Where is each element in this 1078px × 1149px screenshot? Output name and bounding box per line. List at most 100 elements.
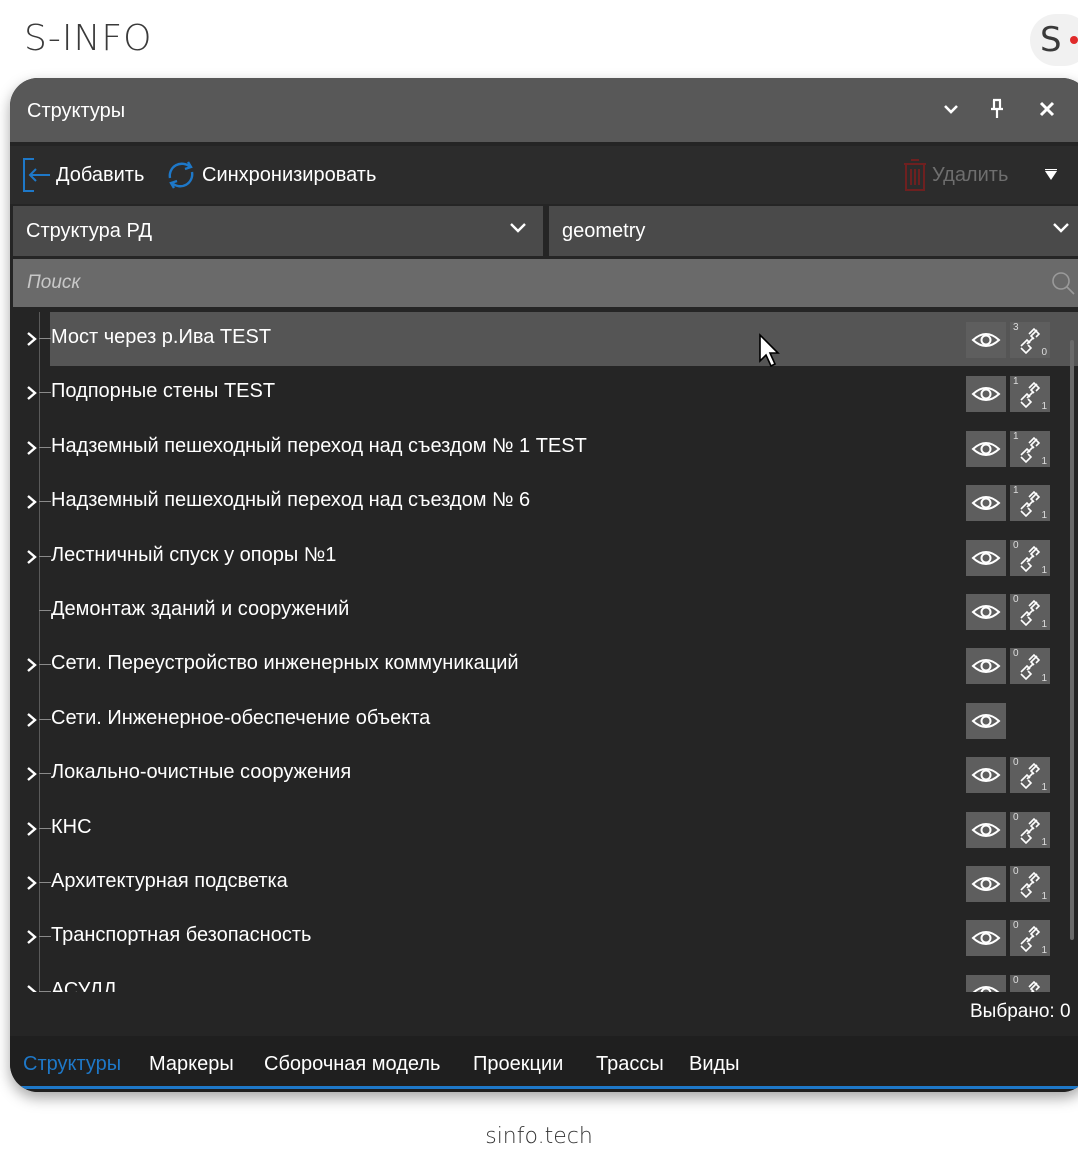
tree-connector bbox=[39, 392, 51, 393]
tree-row-label: Локально-очистные сооружения bbox=[51, 761, 352, 783]
link-icon[interactable]: 01 bbox=[1010, 648, 1050, 684]
link-icon[interactable]: 11 bbox=[1010, 485, 1050, 521]
tree-connector bbox=[39, 556, 51, 557]
delete-button-label: Удалить bbox=[932, 163, 1009, 186]
eye-icon[interactable] bbox=[966, 376, 1006, 412]
expand-arrow-icon[interactable] bbox=[23, 547, 43, 567]
tab-item[interactable]: Маркеры bbox=[149, 1053, 234, 1076]
eye-icon[interactable] bbox=[966, 431, 1006, 467]
link-count-bottom: 1 bbox=[1041, 782, 1047, 793]
tree-row[interactable]: Сети. Переустройство инженерных коммуник… bbox=[10, 638, 1078, 692]
eye-icon[interactable] bbox=[966, 920, 1006, 956]
tree-connector bbox=[39, 447, 51, 448]
link-count-bottom: 1 bbox=[1041, 837, 1047, 848]
expand-arrow-icon[interactable] bbox=[23, 383, 43, 403]
link-count-bottom: 1 bbox=[1041, 945, 1047, 956]
search-input[interactable]: Поиск bbox=[13, 259, 1078, 307]
tab-item[interactable]: Трассы bbox=[596, 1053, 664, 1076]
link-icon[interactable]: 11 bbox=[1010, 431, 1050, 467]
tree-row[interactable]: Демонтаж зданий и сооружений 0 1 bbox=[10, 584, 1078, 638]
expand-arrow-icon[interactable] bbox=[23, 655, 43, 675]
tree-row[interactable]: Подпорные стены TEST 1 1 bbox=[10, 366, 1078, 420]
tree-row-label: Транспортная безопасность bbox=[51, 924, 312, 946]
tab-item[interactable]: Сборочная модель bbox=[264, 1053, 440, 1076]
tree-connector bbox=[39, 828, 51, 829]
tree-row-label: Лестничный спуск у опоры №1 bbox=[51, 544, 337, 566]
tree-row[interactable]: АСУДД 0 bbox=[10, 965, 1078, 992]
eye-icon[interactable] bbox=[966, 594, 1006, 630]
tab-item[interactable]: Виды bbox=[689, 1053, 740, 1076]
tree-connector bbox=[39, 719, 51, 720]
link-icon[interactable]: 01 bbox=[1010, 812, 1050, 848]
link-icon[interactable]: 11 bbox=[1010, 376, 1050, 412]
tree-connector bbox=[39, 501, 51, 502]
brand-title: S-INFO bbox=[24, 18, 153, 59]
expand-arrow-icon[interactable] bbox=[23, 927, 43, 947]
link-icon[interactable]: 30 bbox=[1010, 322, 1050, 358]
panel-toolbar: Добавить Синхронизировать Удалить bbox=[10, 146, 1078, 204]
eye-icon[interactable] bbox=[966, 648, 1006, 684]
search-icon[interactable] bbox=[1050, 270, 1076, 296]
layer-select[interactable]: geometry bbox=[549, 206, 1078, 256]
tree-scrollbar[interactable] bbox=[1070, 340, 1074, 940]
tab-item[interactable]: Проекции bbox=[473, 1053, 563, 1076]
tab-item[interactable]: Структуры bbox=[23, 1053, 121, 1076]
tree-connector bbox=[39, 610, 51, 611]
link-icon[interactable]: 01 bbox=[1010, 540, 1050, 576]
link-count-bottom: 1 bbox=[1041, 510, 1047, 521]
filter-icon[interactable] bbox=[1044, 146, 1058, 204]
link-count-bottom: 1 bbox=[1041, 401, 1047, 412]
panel-titlebar: Структуры bbox=[10, 78, 1078, 142]
tree-row[interactable]: КНС 0 1 bbox=[10, 802, 1078, 856]
link-icon[interactable]: 0 bbox=[1010, 975, 1050, 992]
structure-tree: Мост через р.Ива TEST 3 0 Подпорные стены T… bbox=[10, 312, 1078, 992]
expand-arrow-icon[interactable] bbox=[23, 438, 43, 458]
eye-icon[interactable] bbox=[966, 812, 1006, 848]
eye-icon[interactable] bbox=[966, 703, 1006, 739]
structures-panel: Структуры Добавить Синхронизировать Удал… bbox=[10, 78, 1078, 1092]
layer-select-value: geometry bbox=[562, 219, 646, 242]
expand-arrow-icon[interactable] bbox=[23, 819, 43, 839]
pin-icon[interactable] bbox=[980, 92, 1014, 126]
eye-icon[interactable] bbox=[966, 322, 1006, 358]
expand-arrow-icon[interactable] bbox=[23, 329, 43, 349]
tree-row[interactable]: Локально-очистные сооружения 0 1 bbox=[10, 747, 1078, 801]
tree-row[interactable]: Транспортная безопасность 0 1 bbox=[10, 910, 1078, 964]
expand-arrow-icon[interactable] bbox=[23, 710, 43, 730]
link-icon[interactable]: 01 bbox=[1010, 920, 1050, 956]
eye-icon[interactable] bbox=[966, 866, 1006, 902]
structure-select[interactable]: Структура РД bbox=[13, 206, 543, 256]
tree-row-label: Мост через р.Ива TEST bbox=[51, 326, 272, 348]
tree-row[interactable]: Надземный пешеходный переход над съездом… bbox=[10, 421, 1078, 475]
tree-connector bbox=[39, 882, 51, 883]
eye-icon[interactable] bbox=[966, 485, 1006, 521]
tree-row-label: АСУДД bbox=[51, 979, 117, 992]
selection-status: Выбрано: 0 bbox=[970, 1001, 1071, 1022]
chevron-down-icon bbox=[510, 223, 526, 233]
tree-row[interactable]: Мост через р.Ива TEST 3 0 bbox=[10, 312, 1078, 366]
eye-icon[interactable] bbox=[966, 975, 1006, 992]
tree-row[interactable]: Архитектурная подсветка 0 1 bbox=[10, 856, 1078, 910]
tree-row-label: Сети. Инженерное-обеспечение объекта bbox=[51, 707, 431, 729]
tree-row[interactable]: Надземный пешеходный переход над съездом… bbox=[10, 475, 1078, 529]
expand-arrow-icon[interactable] bbox=[23, 873, 43, 893]
link-icon[interactable]: 01 bbox=[1010, 594, 1050, 630]
link-count-bottom: 1 bbox=[1041, 456, 1047, 467]
eye-icon[interactable] bbox=[966, 757, 1006, 793]
sync-button[interactable]: Синхронизировать bbox=[164, 146, 376, 204]
tree-row[interactable]: Сети. Инженерное-обеспечение объекта bbox=[10, 693, 1078, 747]
chevron-down-icon[interactable] bbox=[934, 92, 968, 126]
link-count-bottom: 1 bbox=[1041, 891, 1047, 902]
link-icon[interactable]: 01 bbox=[1010, 866, 1050, 902]
expand-arrow-icon[interactable] bbox=[23, 492, 43, 512]
link-icon[interactable]: 01 bbox=[1010, 757, 1050, 793]
expand-arrow-icon[interactable] bbox=[23, 764, 43, 784]
tabs-accent-line bbox=[10, 1086, 1078, 1089]
chevron-down-icon bbox=[1053, 223, 1069, 233]
tree-row-label: Подпорные стены TEST bbox=[51, 380, 276, 402]
delete-button[interactable]: Удалить bbox=[902, 146, 1008, 204]
add-button[interactable]: Добавить bbox=[20, 146, 144, 204]
tree-row[interactable]: Лестничный спуск у опоры №1 0 1 bbox=[10, 530, 1078, 584]
eye-icon[interactable] bbox=[966, 540, 1006, 576]
close-icon[interactable] bbox=[1030, 92, 1064, 126]
